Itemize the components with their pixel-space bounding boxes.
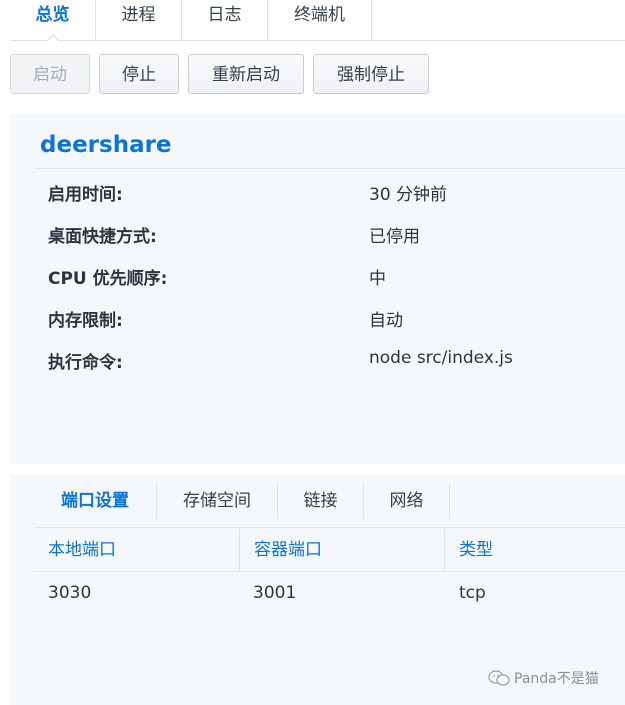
app-name: deershare xyxy=(40,132,172,158)
info-value: 已停用 xyxy=(369,227,420,247)
top-tab-bar: 总览 进程 日志 终端机 xyxy=(10,0,625,42)
info-value: node src/index.js xyxy=(369,348,513,368)
column-header-local-port[interactable]: 本地端口 xyxy=(34,529,240,571)
tab-storage[interactable]: 存储空间 xyxy=(157,483,278,519)
stop-button[interactable]: 停止 xyxy=(99,54,179,94)
start-button[interactable]: 启动 xyxy=(10,54,90,94)
tab-logs[interactable]: 日志 xyxy=(182,0,268,40)
info-row-command: 执行命令: node src/index.js xyxy=(48,348,618,373)
tab-processes-label: 进程 xyxy=(121,5,156,25)
tab-network[interactable]: 网络 xyxy=(364,483,450,519)
info-label: CPU 优先顺序: xyxy=(48,269,168,289)
tab-logs-label: 日志 xyxy=(207,5,242,25)
table-cell-local-port: 3030 xyxy=(48,583,92,603)
tab-overview-label: 总览 xyxy=(35,5,70,25)
tab-terminal[interactable]: 终端机 xyxy=(268,0,372,40)
table-cell-container-port: 3001 xyxy=(253,583,297,603)
sub-tab-bar: 端口设置 存储空间 链接 网络 xyxy=(34,483,625,528)
info-row-memory-limit: 内存限制: 自动 xyxy=(48,306,618,331)
info-label: 启用时间: xyxy=(48,185,123,205)
table-cell-type: tcp xyxy=(459,583,486,603)
tab-overview[interactable]: 总览 xyxy=(10,0,96,42)
info-label: 内存限制: xyxy=(48,311,123,331)
wechat-icon xyxy=(488,670,510,686)
info-value: 自动 xyxy=(369,311,403,331)
info-value: 30 分钟前 xyxy=(369,185,448,205)
divider xyxy=(34,571,625,572)
info-row-cpu-priority: CPU 优先顺序: 中 xyxy=(48,264,618,289)
info-row-desktop-shortcut: 桌面快捷方式: 已停用 xyxy=(48,222,618,247)
tab-links[interactable]: 链接 xyxy=(278,483,364,519)
info-row-uptime: 启用时间: 30 分钟前 xyxy=(48,180,618,205)
column-header-container-port[interactable]: 容器端口 xyxy=(240,529,445,571)
tab-processes[interactable]: 进程 xyxy=(96,0,182,40)
info-value: 中 xyxy=(369,269,386,289)
container-info-panel: deershare 启用时间: 30 分钟前 桌面快捷方式: 已停用 CPU 优… xyxy=(10,114,625,464)
tab-port-settings[interactable]: 端口设置 xyxy=(34,483,157,519)
watermark-text: Panda不是猫 xyxy=(514,671,599,687)
info-label: 执行命令: xyxy=(48,353,123,373)
divider xyxy=(34,168,625,169)
column-header-type[interactable]: 类型 xyxy=(445,529,625,571)
restart-button[interactable]: 重新启动 xyxy=(188,54,304,94)
info-label: 桌面快捷方式: xyxy=(48,227,157,247)
watermark: Panda不是猫 xyxy=(488,668,599,688)
tab-terminal-label: 终端机 xyxy=(294,5,345,25)
force-stop-button[interactable]: 强制停止 xyxy=(313,54,429,94)
